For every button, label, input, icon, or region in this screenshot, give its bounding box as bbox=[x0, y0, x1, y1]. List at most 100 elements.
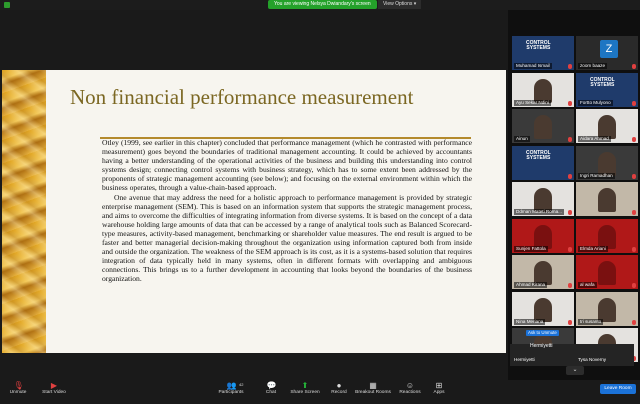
participant-tile[interactable] bbox=[576, 182, 638, 216]
participant-name: Elmda Ariani bbox=[578, 245, 608, 252]
shared-screen: Non financial performance measurement Ot… bbox=[0, 10, 508, 404]
microphone-muted-icon bbox=[568, 173, 572, 179]
participant-tile[interactable]: al wafa bbox=[576, 255, 638, 289]
participant-tile[interactable]: CONTROL SYSTEMS Fortto Mulyono bbox=[576, 72, 638, 107]
video-frame: CONTROL SYSTEMS bbox=[590, 76, 615, 88]
participant-tile[interactable]: Ahmad Kirana bbox=[512, 255, 574, 289]
breakout-rooms-icon: ▦ bbox=[369, 381, 377, 390]
apps-icon: ⊞ bbox=[435, 381, 443, 390]
participant-tile[interactable]: Nina Meriana bbox=[512, 291, 574, 326]
participant-tile[interactable]: tri susanto bbox=[576, 291, 638, 326]
top-bar: You are viewing Nelsya Dwiandary's scree… bbox=[0, 0, 640, 10]
video-off-icon: ▶ bbox=[50, 381, 58, 390]
microphone-muted-icon bbox=[632, 283, 636, 288]
microphone-muted-icon bbox=[632, 137, 636, 142]
record-icon: ● bbox=[336, 381, 342, 390]
participant-name: Ddman Mateti Roma... bbox=[514, 209, 564, 215]
participant-name: Ainun bbox=[514, 136, 530, 142]
slide-body: Otley (1999, see earlier in this chapter… bbox=[102, 138, 472, 284]
participant-name: Tysa Noverny bbox=[578, 357, 607, 362]
shield-icon bbox=[4, 2, 10, 8]
gallery-scroll-down-button[interactable]: ⌄ bbox=[566, 366, 584, 375]
slide-decoration-overlay bbox=[2, 70, 46, 353]
participant-tile-hermiyetti[interactable] bbox=[510, 344, 634, 366]
unmute-button[interactable]: 🎙 Unmute bbox=[6, 381, 30, 396]
participant-gallery: CONTROL SYSTEMS Muhamad Ismail Zzoom baaze A… bbox=[508, 10, 640, 380]
participant-tile[interactable]: Zzoom baaze bbox=[576, 36, 638, 70]
participant-video bbox=[598, 261, 616, 285]
participant-tile[interactable]: CONTROL SYSTEMS bbox=[512, 145, 574, 180]
unmute-label: Unmute bbox=[9, 390, 27, 395]
start-video-button[interactable]: ▶ Start Video bbox=[38, 381, 70, 396]
microphone-muted-icon bbox=[632, 64, 636, 69]
participant-tile[interactable]: Ddman Mateti Roma... bbox=[512, 182, 574, 216]
meeting-toolbar: 🎙 Unmute ▶ Start Video 👥 Participants 42… bbox=[0, 380, 640, 400]
avatar: Z bbox=[600, 40, 618, 58]
chat-label: Chat bbox=[265, 390, 277, 395]
participants-icon: 👥 bbox=[226, 381, 237, 390]
apps-label: Apps bbox=[433, 390, 445, 395]
record-label: Record bbox=[331, 390, 347, 395]
microphone-muted-icon bbox=[568, 283, 572, 288]
video-frame: CONTROL SYSTEMS bbox=[526, 40, 551, 51]
share-screen-button[interactable]: ⬆ Share Screen bbox=[290, 381, 320, 396]
microphone-muted-icon bbox=[632, 246, 636, 252]
ask-to-unmute-button[interactable]: Ask to Unmute bbox=[526, 330, 559, 336]
participant-name: Hermiyetti bbox=[514, 357, 535, 362]
participant-title: Hermiyetti bbox=[530, 343, 553, 349]
microphone-muted-icon: 🎙 bbox=[13, 381, 24, 390]
chat-icon: 💬 bbox=[266, 381, 277, 390]
share-screen-icon: ⬆ bbox=[301, 381, 309, 390]
participant-video bbox=[534, 115, 552, 139]
participant-name: al wafa bbox=[578, 282, 597, 288]
breakout-rooms-label: Breakout Rooms bbox=[355, 390, 391, 395]
chat-button[interactable]: 💬 Chat bbox=[262, 381, 280, 396]
apps-button[interactable]: ⊞ Apps bbox=[430, 381, 448, 396]
participant-name: tri susanto bbox=[578, 318, 604, 325]
participants-label: Participants bbox=[218, 390, 244, 395]
microphone-muted-icon bbox=[632, 210, 636, 215]
participant-name: Sunjen Fattola bbox=[514, 245, 548, 252]
participant-name: Muhamad Ismail bbox=[514, 63, 552, 69]
microphone-muted-icon bbox=[568, 210, 572, 215]
participant-name: Ayu Sekar Ndini bbox=[514, 99, 551, 106]
participant-tile[interactable]: CONTROL SYSTEMS Muhamad Ismail bbox=[512, 36, 574, 70]
video-frame: CONTROL SYSTEMS bbox=[526, 149, 551, 161]
microphone-muted-icon bbox=[632, 319, 636, 325]
participant-tile[interactable]: Ingri Ramadhan bbox=[576, 145, 638, 180]
reactions-button[interactable]: ☺ Reactions bbox=[397, 381, 423, 396]
slide-title: Non financial performance measurement bbox=[70, 85, 414, 109]
microphone-muted-icon bbox=[632, 100, 636, 106]
presentation-slide: Non financial performance measurement Ot… bbox=[2, 70, 506, 353]
microphone-muted-icon bbox=[568, 246, 572, 252]
reactions-label: Reactions bbox=[399, 390, 421, 395]
participant-name: Ahmad Kirana bbox=[514, 282, 548, 288]
microphone-muted-icon bbox=[568, 100, 572, 106]
participant-tile[interactable]: Sunjen Fattola bbox=[512, 218, 574, 253]
participant-name: Nina Meriana bbox=[514, 318, 546, 325]
reactions-icon: ☺ bbox=[405, 381, 415, 390]
start-video-label: Start Video bbox=[42, 390, 66, 395]
slide-paragraph-2: One avenue that may address the need for… bbox=[102, 192, 472, 284]
microphone-muted-icon bbox=[632, 173, 636, 179]
leave-button[interactable]: Leave Room bbox=[600, 384, 636, 394]
participant-tile[interactable]: Aidara Ahmad bbox=[576, 109, 638, 143]
slide-paragraph-1: Otley (1999, see earlier in this chapter… bbox=[102, 138, 472, 193]
participant-name: Aidara Ahmad bbox=[578, 136, 611, 142]
microphone-muted-icon bbox=[568, 319, 572, 325]
viewing-banner: You are viewing Nelsya Dwiandary's scree… bbox=[268, 0, 377, 9]
participant-tile[interactable]: Ayu Sekar Ndini bbox=[512, 72, 574, 107]
breakout-rooms-button[interactable]: ▦ Breakout Rooms bbox=[354, 381, 392, 396]
microphone-muted-icon bbox=[568, 137, 572, 142]
participant-name: Ingri Ramadhan bbox=[578, 172, 615, 179]
participants-count: 42 bbox=[239, 382, 244, 387]
participant-video bbox=[598, 188, 616, 212]
view-options-button[interactable]: View Options ▾ bbox=[378, 0, 422, 9]
microphone-muted-icon bbox=[568, 64, 572, 69]
participant-tile[interactable]: Elmda Ariani bbox=[576, 218, 638, 253]
share-screen-label: Share Screen bbox=[290, 390, 320, 395]
participant-name: zoom baaze bbox=[578, 63, 608, 69]
participant-name: Fortto Mulyono bbox=[578, 99, 613, 106]
participant-tile[interactable]: Ainun bbox=[512, 109, 574, 143]
record-button[interactable]: ● Record bbox=[330, 381, 348, 396]
